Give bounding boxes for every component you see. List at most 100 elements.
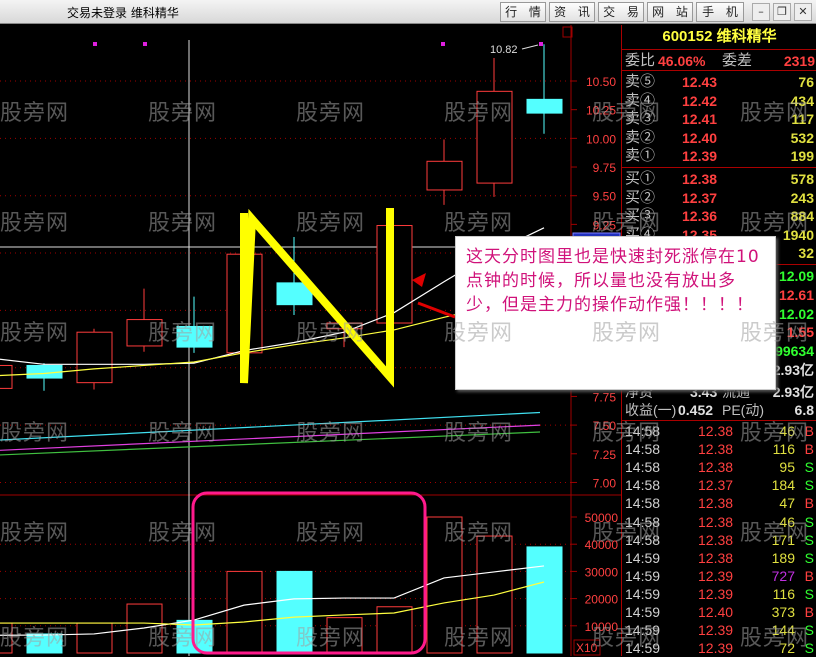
tick-price: 12.40 (698, 604, 734, 620)
price-tick-label: 10.25 (586, 104, 616, 118)
tick-row: 14:58 12.38 46 S (622, 513, 816, 531)
candle-up (426, 160, 463, 191)
tick-time: 14:58 (625, 477, 661, 494)
order-label: 卖④ (625, 91, 656, 109)
tick-volume: 189 (771, 549, 795, 566)
tab-trade[interactable]: 交 易 (598, 2, 644, 22)
tick-volume: 116 (772, 585, 795, 602)
high-price-arrow (521, 44, 539, 50)
tick-time: 14:59 (625, 585, 661, 602)
price-tick-label: 9.25 (593, 218, 617, 232)
price-tick-label: 7.25 (593, 448, 617, 462)
tick-volume: 72 (779, 640, 795, 657)
tick-volume: 144 (771, 622, 795, 639)
order-price: 12.41 (682, 111, 718, 128)
tick-row: 14:58 12.38 116 B (622, 440, 816, 458)
tick-volume: 184 (771, 477, 795, 494)
tick-row: 14:59 12.39 72 S (622, 639, 816, 657)
volume-bar (276, 570, 313, 654)
tick-volume: 116 (772, 441, 795, 458)
tick-volume: 727 (771, 567, 795, 584)
order-label: 买③ (625, 207, 656, 225)
tab-mobile[interactable]: 手 机 (696, 2, 744, 22)
tab-website[interactable]: 网 站 (647, 2, 693, 22)
minimize-icon[interactable]: – (752, 3, 770, 21)
tick-side: S (804, 513, 814, 530)
sep (622, 167, 816, 168)
weibi-row: 委比 46.06% 委差 2319 (622, 52, 816, 70)
tick-row: 14:58 12.38 95 S (622, 458, 816, 476)
tick-side: S (804, 640, 814, 657)
pe-value: 6.8 (794, 402, 814, 418)
tick-side: B (804, 567, 814, 584)
shouyi-row: 收益(一) 0.452 PE(动) 6.8 (622, 401, 816, 419)
ask-row: 卖⑤ 12.43 76 (622, 73, 816, 91)
tick-side: B (804, 604, 814, 620)
tick-price: 12.39 (698, 640, 734, 657)
order-volume: 434 (790, 92, 814, 109)
sep (622, 420, 816, 421)
price-tick-label: 9.75 (593, 161, 617, 175)
stat-value: 99634 (775, 343, 814, 360)
n-pattern-mark (240, 208, 394, 388)
order-label: 卖② (625, 128, 656, 146)
liutong-value: 2.93亿 (772, 384, 814, 400)
title-bar: 交易未登录 维科精华 行 情 资 讯 交 易 网 站 手 机 – ❐ ✕ (0, 0, 816, 24)
tab-market[interactable]: 行 情 (500, 2, 546, 22)
tick-price: 12.38 (698, 423, 734, 439)
stock-header: 600152 维科精华 (662, 28, 777, 45)
order-volume: 884 (790, 208, 814, 225)
tick-side: S (804, 622, 814, 639)
tick-price: 12.38 (698, 531, 734, 548)
volume-bar (526, 546, 563, 654)
volume-unit-label: X10 (576, 641, 598, 655)
candle-up (376, 225, 413, 324)
stat-value: 1.55 (786, 324, 814, 341)
order-volume: 532 (790, 129, 814, 146)
marker-icon (143, 42, 147, 46)
window-title: 交易未登录 维科精华 (67, 6, 179, 20)
tick-side: S (804, 531, 814, 548)
candle-up (76, 331, 113, 384)
price-tick-label: 7.00 (593, 476, 617, 490)
tick-side: S (804, 477, 814, 494)
tick-time: 14:58 (625, 423, 661, 439)
tick-time: 14:58 (625, 495, 661, 512)
tick-price: 12.37 (698, 477, 734, 494)
tick-volume: 95 (779, 459, 795, 476)
price-tick-label: 9.50 (593, 190, 617, 204)
stat-value: 12.02 (778, 305, 814, 322)
volume-bar (326, 617, 363, 654)
order-volume: 117 (791, 111, 814, 128)
tick-row: 14:59 12.39 727 B (622, 567, 816, 585)
weibi-label: 委比 (625, 52, 656, 69)
marker-icon (539, 42, 543, 46)
order-price: 12.39 (682, 148, 718, 165)
candle-down (526, 98, 563, 114)
tick-side: B (804, 423, 814, 439)
order-label: 买① (625, 170, 656, 187)
volume-bar (126, 603, 163, 654)
tick-volume: 46 (779, 423, 795, 439)
volume-bar (426, 516, 463, 654)
close-icon[interactable]: ✕ (794, 3, 812, 21)
tick-time: 14:58 (625, 459, 661, 476)
price-tick-label: 10.00 (586, 132, 616, 146)
tick-price: 12.38 (698, 513, 734, 530)
tick-volume: 47 (779, 495, 795, 512)
tick-time: 14:59 (625, 549, 661, 566)
bid-row: 买② 12.37 243 (622, 189, 816, 207)
tab-news[interactable]: 资 讯 (549, 2, 595, 22)
stock-header-row: 600152 维科精华 (622, 28, 816, 46)
tick-time: 14:58 (625, 513, 661, 530)
restore-icon[interactable]: ❐ (773, 3, 791, 21)
tick-side: S (804, 549, 814, 566)
stat-value: 2.93亿 (772, 362, 814, 378)
tick-row: 14:59 12.39 116 S (622, 585, 816, 603)
tick-price: 12.38 (698, 441, 734, 458)
candle-down (176, 325, 213, 348)
tick-volume: 373 (771, 604, 795, 620)
weicha-value: 2319 (783, 53, 815, 69)
tick-volume: 46 (779, 513, 795, 530)
order-volume: 32 (798, 245, 814, 262)
